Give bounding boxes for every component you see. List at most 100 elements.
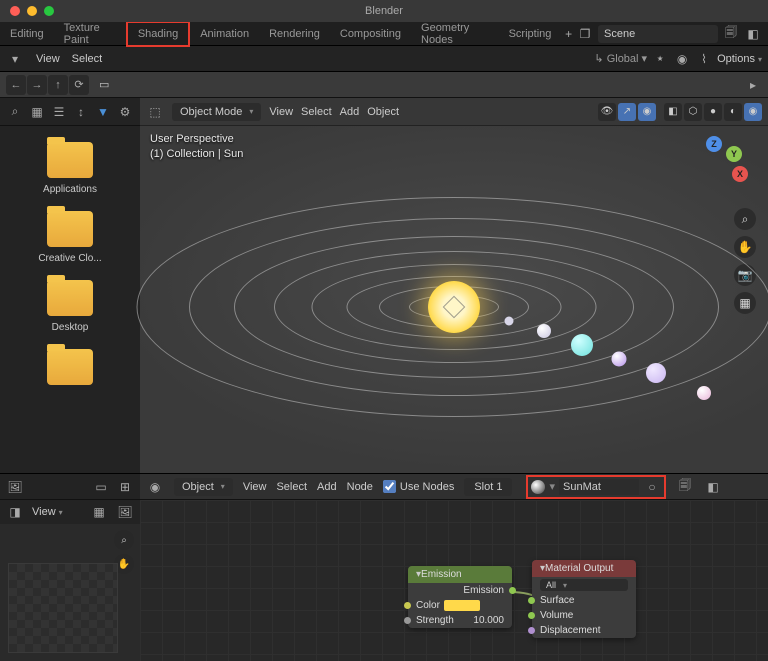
planet-2[interactable] (537, 324, 551, 338)
menu-view[interactable]: View (36, 53, 60, 65)
shader-menu-node[interactable]: Node (347, 481, 373, 493)
shading-rendered-icon[interactable]: ◉ (744, 103, 762, 121)
grid-icon[interactable]: ▦ (90, 503, 108, 521)
scene-icon[interactable]: ❐ (576, 25, 594, 43)
folder-creative-cloud[interactable]: Creative Clo... (0, 203, 140, 272)
sort-icon[interactable]: ↕ (72, 103, 90, 121)
output-target-dropdown[interactable]: All (540, 579, 628, 591)
texture-preview (8, 563, 118, 653)
folder-desktop[interactable]: Desktop (0, 272, 140, 341)
folder-applications[interactable]: Applications (0, 134, 140, 203)
planet-6[interactable] (697, 386, 711, 400)
image-canvas[interactable]: ⌕ ✋ (0, 524, 140, 661)
3d-viewport[interactable]: ⬚ Object Mode View Select Add Object 👁 ↗… (140, 98, 768, 473)
gizmo-z[interactable]: Z (706, 136, 722, 152)
xray-icon[interactable]: ◧ (664, 103, 682, 121)
browse-scene-icon[interactable]: 🗐 (722, 25, 740, 43)
folder-icon (47, 142, 93, 178)
tab-compositing[interactable]: Compositing (330, 23, 411, 45)
color-input[interactable] (444, 600, 480, 611)
settings-icon[interactable]: ⚙ (116, 103, 134, 121)
close-window-button[interactable] (10, 6, 20, 16)
shader-menu-select[interactable]: Select (276, 481, 307, 493)
select-visibility-icon[interactable]: 👁 (598, 103, 616, 121)
shading-wireframe-icon[interactable]: ⬡ (684, 103, 702, 121)
zoom-window-button[interactable] (44, 6, 54, 16)
scene-name-input[interactable] (598, 25, 718, 43)
vp-menu-select[interactable]: Select (301, 106, 332, 118)
planet-4[interactable] (612, 351, 627, 366)
shader-menu-add[interactable]: Add (317, 481, 337, 493)
image-new-icon[interactable]: ⊞ (116, 478, 134, 496)
snap-icon[interactable]: ⭑ (651, 50, 669, 68)
tab-scripting[interactable]: Scripting (499, 23, 562, 45)
tab-shading[interactable]: Shading (126, 21, 190, 47)
nav-refresh-button[interactable]: ⟳ (69, 75, 89, 95)
scene-content (140, 153, 768, 473)
use-nodes-checkbox[interactable]: Use Nodes (383, 480, 454, 493)
options-menu[interactable]: Options (717, 53, 762, 65)
image-slot-icon[interactable]: ▭ (92, 478, 110, 496)
search-icon[interactable]: ⌕ (6, 103, 24, 121)
vp-menu-object[interactable]: Object (367, 106, 399, 118)
material-name-input[interactable] (559, 479, 639, 495)
file-browser-sidebar: ⌕ ▦ ☰ ↕ ▼ ⚙ Applications Creative Clo...… (0, 98, 140, 473)
strength-value[interactable]: 10.000 (473, 615, 504, 626)
gizmo-toggle-icon[interactable]: ↗ (618, 103, 636, 121)
node-canvas[interactable]: ▾ Emission Emission Color Strength10.000… (140, 500, 768, 661)
folder-more[interactable] (0, 341, 140, 385)
tab-animation[interactable]: Animation (190, 23, 259, 45)
list-view-icon[interactable]: ☰ (50, 103, 68, 121)
vp-menu-add[interactable]: Add (340, 106, 360, 118)
shading-solid-icon[interactable]: ● (704, 103, 722, 121)
material-output-node[interactable]: ▾ Material Output All Surface Volume Dis… (532, 560, 636, 638)
sun-object[interactable] (428, 281, 480, 333)
tab-rendering[interactable]: Rendering (259, 23, 330, 45)
window-titlebar: Blender (0, 0, 768, 22)
uv-editor-icon[interactable]: ◨ (6, 503, 24, 521)
img-zoom-icon[interactable]: ⌕ (114, 530, 134, 550)
shader-editor-type-icon[interactable]: ◉ (146, 478, 164, 496)
shader-header: ◉ Object View Select Add Node Use Nodes … (140, 474, 768, 500)
add-workspace-button[interactable]: + (561, 25, 576, 43)
app-title: Blender (365, 5, 403, 17)
tab-editing[interactable]: Editing (0, 23, 54, 45)
overlay-toggle-icon[interactable]: ◉ (638, 103, 656, 121)
image-icon[interactable]: 🖼 (116, 503, 134, 521)
link-icon[interactable]: ⌇ (695, 50, 713, 68)
node-title: Material Output (545, 563, 613, 574)
menu-select[interactable]: Select (72, 53, 103, 65)
new-folder-button[interactable]: ▭ (99, 78, 109, 91)
material-selector[interactable]: ▾ ○ (526, 475, 666, 499)
more-icon[interactable]: ◧ (704, 478, 722, 496)
mode-dropdown[interactable]: Object Mode (172, 103, 261, 121)
folder-icon (47, 211, 93, 247)
material-slot[interactable]: Slot 1 (464, 478, 512, 496)
editor-type-icon[interactable]: ⬚ (146, 103, 164, 121)
folder-icon (47, 280, 93, 316)
shader-mode-dropdown[interactable]: Object (174, 478, 233, 496)
file-nav-toolstrip: ← → ↑ ⟳ ▭ ▸ (0, 72, 768, 98)
nav-up-button[interactable]: ↑ (48, 75, 68, 95)
planet-1[interactable] (505, 316, 514, 325)
minimize-window-button[interactable] (27, 6, 37, 16)
filter-icon[interactable]: ▼ (94, 103, 112, 121)
transform-orientation[interactable]: ↳ Global ▾ (594, 52, 647, 65)
material-pin-icon[interactable]: ○ (643, 478, 661, 496)
view-layer-icon[interactable]: ◧ (744, 25, 762, 43)
shader-menu-view[interactable]: View (243, 481, 267, 493)
vp-menu-view[interactable]: View (269, 106, 293, 118)
shading-material-icon[interactable]: ◐ (724, 103, 742, 121)
proportional-edit-icon[interactable]: ◉ (673, 50, 691, 68)
nav-forward-button[interactable]: → (27, 75, 47, 95)
nav-back-button[interactable]: ← (6, 75, 26, 95)
editor-type-icon[interactable]: ▾ (6, 50, 24, 68)
planet-3[interactable] (571, 334, 593, 356)
planet-5[interactable] (646, 363, 666, 383)
cursor-tool-icon[interactable]: ▸ (744, 76, 762, 94)
grid-view-icon[interactable]: ▦ (28, 103, 46, 121)
copy-material-icon[interactable]: 🗐 (676, 478, 694, 496)
image-editor-type-icon[interactable]: 🖼 (6, 478, 24, 496)
emission-node[interactable]: ▾ Emission Emission Color Strength10.000 (408, 566, 512, 628)
img-menu-view[interactable]: View (32, 506, 63, 518)
